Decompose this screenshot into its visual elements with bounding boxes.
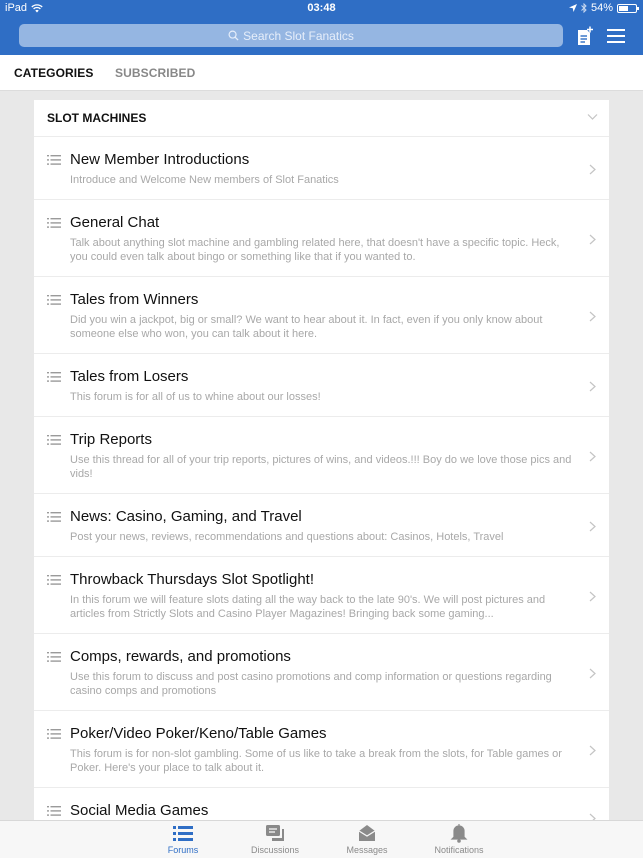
- top-bar: iPad 03:48 54% Search Slot Fanatics: [0, 0, 643, 55]
- forum-row[interactable]: Poker/Video Poker/Keno/Table Games This f…: [34, 711, 609, 788]
- forum-description: Did you win a jackpot, big or small? We …: [70, 314, 543, 340]
- forum-title: News: Casino, Gaming, and Travel: [70, 508, 302, 525]
- nav-notifications-label: Notifications: [434, 845, 484, 855]
- list-icon: [173, 826, 193, 841]
- forum-description: Introduce and Welcome New members of Slo…: [70, 174, 339, 186]
- clock: 03:48: [307, 2, 336, 14]
- forum-description: Use this forum to discuss and post casin…: [70, 671, 552, 697]
- forum-row[interactable]: Throwback Thursdays Slot Spotlight! In th…: [34, 557, 609, 634]
- forum-row[interactable]: New Member Introductions Introduce and We…: [34, 137, 609, 200]
- forum-row[interactable]: Comps, rewards, and promotions Use this f…: [34, 634, 609, 711]
- forum-list-icon: [47, 575, 61, 585]
- forum-list: New Member Introductions Introduce and We…: [34, 137, 609, 820]
- forum-row[interactable]: News: Casino, Gaming, and Travel Post you…: [34, 494, 609, 557]
- forum-description: Use this thread for all of your trip rep…: [70, 454, 572, 480]
- chevron-right-icon: [589, 813, 596, 820]
- chevron-right-icon: [589, 451, 596, 461]
- forum-list-icon: [47, 729, 61, 739]
- search-icon: [228, 30, 239, 41]
- battery-percent: 54%: [590, 2, 613, 14]
- forum-list-icon: [47, 806, 61, 816]
- battery-icon: [617, 3, 639, 13]
- forum-description: This forum is for non-slot gambling. Som…: [70, 748, 562, 774]
- nav-forums-label: Forums: [167, 845, 199, 855]
- location-arrow-icon: [568, 4, 577, 12]
- nav-discussions-label: Discussions: [250, 845, 299, 855]
- chevron-right-icon: [589, 521, 596, 531]
- chevron-right-icon: [589, 591, 596, 601]
- forum-title: Tales from Winners: [70, 291, 199, 308]
- battery-level: [619, 5, 628, 11]
- forum-list-icon: [47, 512, 61, 522]
- hamburger-menu-icon[interactable]: [607, 28, 625, 44]
- search-input[interactable]: Search Slot Fanatics: [19, 24, 563, 47]
- forum-row[interactable]: General Chat Talk about anything slot mac…: [34, 200, 609, 277]
- nav-notifications[interactable]: Notifications: [419, 823, 499, 855]
- tab-subscribed[interactable]: SUBSCRIBED: [115, 66, 195, 80]
- forum-row[interactable]: Social Media Games: [34, 788, 609, 820]
- forum-description: This forum is for all of us to whine abo…: [70, 391, 321, 403]
- forum-description: In this forum we will feature slots dati…: [70, 594, 546, 620]
- forum-title: Tales from Losers: [70, 368, 189, 385]
- forum-list-icon: [47, 218, 61, 228]
- nav-discussions[interactable]: Discussions: [235, 823, 315, 855]
- chevron-right-icon: [589, 234, 596, 244]
- forum-row[interactable]: Tales from Winners Did you win a jackpot,…: [34, 277, 609, 354]
- forum-list-icon: [47, 155, 61, 165]
- chevron-right-icon: [589, 164, 596, 174]
- status-bar: iPad 03:48 54%: [0, 0, 643, 18]
- chevron-right-icon: [589, 311, 596, 321]
- forum-row[interactable]: Tales from Losers This forum is for all o…: [34, 354, 609, 417]
- category-header[interactable]: SLOT MACHINES: [34, 100, 609, 137]
- forum-title: Poker/Video Poker/Keno/Table Games: [70, 725, 327, 742]
- bell-icon: [450, 824, 468, 843]
- forum-list-icon: [47, 435, 61, 445]
- forum-list-icon: [47, 372, 61, 382]
- forum-description: Talk about anything slot machine and gam…: [70, 237, 560, 263]
- nav-messages-label: Messages: [346, 845, 388, 855]
- forum-description: Post your news, reviews, recommendations…: [70, 531, 504, 543]
- forum-title: Trip Reports: [70, 431, 152, 448]
- chevron-down-icon[interactable]: [587, 113, 598, 121]
- forum-title: General Chat: [70, 214, 160, 231]
- chat-bubbles-icon: [266, 825, 284, 841]
- nav-messages[interactable]: Messages: [327, 823, 407, 855]
- envelope-icon: [358, 825, 376, 841]
- category-title: SLOT MACHINES: [47, 111, 147, 125]
- chevron-right-icon: [589, 745, 596, 755]
- forum-title: New Member Introductions: [70, 151, 250, 168]
- tab-bar: CATEGORIES SUBSCRIBED: [0, 55, 643, 91]
- nav-forums[interactable]: Forums: [143, 823, 223, 855]
- forum-row[interactable]: Trip Reports Use this thread for all of y…: [34, 417, 609, 494]
- bluetooth-icon: [581, 3, 587, 13]
- tab-categories[interactable]: CATEGORIES: [14, 66, 93, 80]
- forum-title: Comps, rewards, and promotions: [70, 648, 291, 665]
- forum-list-icon: [47, 652, 61, 662]
- forum-title: Throwback Thursdays Slot Spotlight!: [70, 571, 315, 588]
- category-card: SLOT MACHINES New Member Introductions In…: [34, 100, 609, 820]
- chevron-right-icon: [589, 668, 596, 678]
- forum-title: Social Media Games: [70, 802, 209, 819]
- forum-list-icon: [47, 295, 61, 305]
- search-placeholder: Search Slot Fanatics: [243, 28, 354, 43]
- new-post-icon[interactable]: [576, 26, 594, 46]
- chevron-right-icon: [589, 381, 596, 391]
- bottom-tab-bar: Forums Discussions Messages Notification…: [0, 820, 643, 858]
